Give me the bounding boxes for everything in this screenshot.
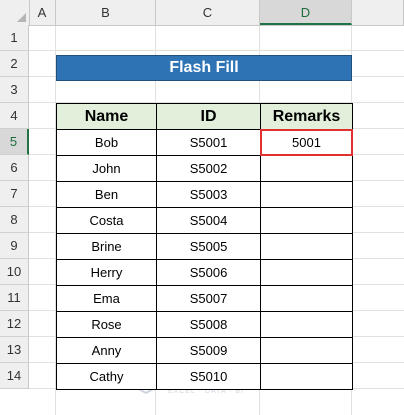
column-header-c[interactable]: C [156,0,260,25]
remarks-cell[interactable] [260,259,353,286]
remarks-cell[interactable] [260,181,353,208]
remarks-cell[interactable] [260,285,353,312]
active-cell-remarks[interactable]: 5001 [260,129,353,156]
remarks-cell[interactable] [260,311,353,338]
row-header-9[interactable]: 9 [0,233,29,259]
remarks-cell[interactable] [260,233,353,260]
row-header-6[interactable]: 6 [0,155,29,181]
id-cell[interactable]: S5005 [156,233,261,260]
id-cell[interactable]: S5004 [156,207,261,234]
name-cell[interactable]: Herry [56,259,157,286]
name-cell[interactable]: Bob [56,129,157,156]
row-header-11[interactable]: 11 [0,285,29,311]
remarks-cell[interactable] [260,363,353,390]
name-cell[interactable]: John [56,155,157,182]
id-cell[interactable]: S5010 [156,363,261,390]
row-header-2[interactable]: 2 [0,51,29,77]
name-cell[interactable]: Brine [56,233,157,260]
id-header[interactable]: ID [156,103,261,130]
id-cell[interactable]: S5008 [156,311,261,338]
row-header-12[interactable]: 12 [0,311,29,337]
flash-fill-title-banner[interactable]: Flash Fill [56,55,352,81]
name-cell[interactable]: Cathy [56,363,157,390]
remarks-cell[interactable] [260,207,353,234]
row-header-3[interactable]: 3 [0,77,29,103]
id-cell[interactable]: S5007 [156,285,261,312]
name-cell[interactable]: Ben [56,181,157,208]
row-header-13[interactable]: 13 [0,337,29,363]
name-cell[interactable]: Ema [56,285,157,312]
select-all-icon [17,13,26,22]
id-cell[interactable]: S5003 [156,181,261,208]
column-header-b[interactable]: B [56,0,156,25]
column-header-d[interactable]: D [260,0,352,25]
row-header-1[interactable]: 1 [0,25,29,51]
name-header[interactable]: Name [56,103,157,130]
id-cell[interactable]: S5001 [156,129,261,156]
name-cell[interactable]: Rose [56,311,157,338]
row-header-5[interactable]: 5 [0,129,29,155]
id-cell[interactable]: S5006 [156,259,261,286]
row-header-4[interactable]: 4 [0,103,29,129]
column-header-e[interactable] [352,0,404,25]
row-header-10[interactable]: 10 [0,259,29,285]
id-cell[interactable]: S5009 [156,337,261,364]
remarks-cell[interactable] [260,337,353,364]
name-cell[interactable]: Anny [56,337,157,364]
id-cell[interactable]: S5002 [156,155,261,182]
remarks-cell[interactable] [260,155,353,182]
row-header-7[interactable]: 7 [0,181,29,207]
row-header-14[interactable]: 14 [0,363,29,389]
row-header-8[interactable]: 8 [0,207,29,233]
select-all-corner[interactable] [0,0,30,25]
column-header-a[interactable]: A [29,0,56,25]
gridline-horizontal [29,50,404,51]
name-cell[interactable]: Costa [56,207,157,234]
spreadsheet-grid: Flash Fill exceldemy EXCEL · DATA · BI A… [0,0,404,415]
remarks-header[interactable]: Remarks [260,103,353,130]
